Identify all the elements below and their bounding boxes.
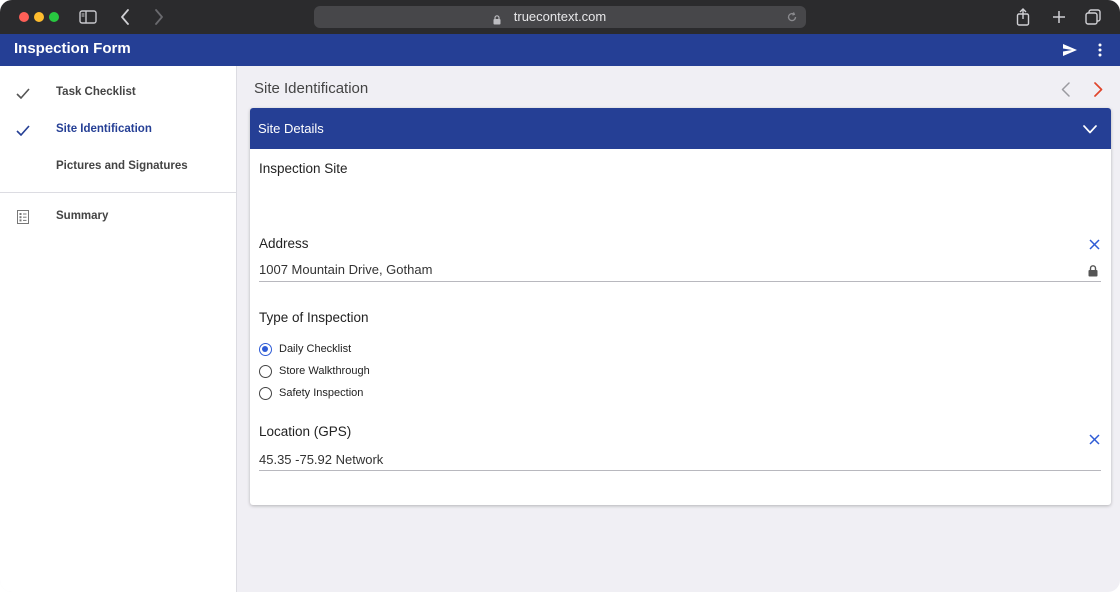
- url-text: truecontext.com: [513, 9, 607, 24]
- radio-label: Safety Inspection: [279, 387, 364, 399]
- gps-underline: [259, 470, 1101, 471]
- nav-item-label: Task Checklist: [56, 86, 136, 98]
- nav-item-task-checklist[interactable]: Task Checklist: [0, 75, 236, 111]
- radio-store-walkthrough[interactable]: Store Walkthrough: [259, 363, 459, 381]
- browser-window: truecontext.com Inspection Form Task Che…: [0, 0, 1120, 592]
- share-icon[interactable]: [1014, 8, 1032, 26]
- checkmark-icon: [14, 121, 32, 139]
- summary-list-icon: [14, 208, 32, 226]
- radio-button[interactable]: [259, 387, 272, 400]
- next-page-icon[interactable]: [1089, 80, 1107, 98]
- page-title: Site Identification: [254, 80, 369, 97]
- minimize-window-button[interactable]: [34, 12, 44, 22]
- tab-overview-icon[interactable]: [1083, 8, 1103, 26]
- radio-button[interactable]: [259, 365, 272, 378]
- form-navigation: Task Checklist Site Identification Pictu…: [0, 66, 237, 592]
- send-icon[interactable]: [1060, 40, 1080, 60]
- more-options-icon[interactable]: [1092, 40, 1108, 60]
- gps-label: Location (GPS): [259, 424, 352, 439]
- nav-item-label: Pictures and Signatures: [56, 160, 188, 172]
- address-label: Address: [259, 236, 309, 251]
- app-title: Inspection Form: [14, 40, 131, 57]
- radio-label: Daily Checklist: [279, 343, 352, 355]
- radio-button-selected[interactable]: [259, 343, 272, 356]
- radio-label: Store Walkthrough: [279, 365, 370, 377]
- section-header[interactable]: Site Details: [250, 108, 1111, 149]
- section-title: Site Details: [258, 121, 324, 136]
- nav-item-site-identification[interactable]: Site Identification: [0, 112, 236, 148]
- clear-gps-icon[interactable]: [1087, 432, 1101, 446]
- nav-item-label: Site Identification: [56, 123, 152, 135]
- gps-field[interactable]: 45.35 -75.92 Network: [259, 452, 383, 467]
- close-window-button[interactable]: [19, 12, 29, 22]
- forward-icon[interactable]: [150, 8, 168, 26]
- radio-safety-inspection[interactable]: Safety Inspection: [259, 385, 459, 403]
- lock-icon: [1088, 264, 1100, 277]
- previous-page-icon[interactable]: [1056, 80, 1074, 98]
- clear-address-icon[interactable]: [1087, 237, 1101, 251]
- new-tab-icon[interactable]: [1050, 8, 1068, 26]
- address-underline: [259, 281, 1101, 282]
- checkmark-icon: [14, 84, 32, 102]
- inspection-type-label: Type of Inspection: [259, 310, 369, 325]
- zoom-window-button[interactable]: [49, 12, 59, 22]
- nav-item-pictures-and-signatures[interactable]: Pictures and Signatures: [0, 149, 236, 185]
- reload-icon[interactable]: [786, 10, 798, 28]
- nav-divider: [0, 192, 236, 193]
- radio-daily-checklist[interactable]: Daily Checklist: [259, 341, 459, 359]
- nav-item-label: Summary: [56, 210, 109, 222]
- app-header: Inspection Form: [0, 34, 1120, 66]
- back-icon[interactable]: [116, 8, 134, 26]
- chevron-down-icon[interactable]: [1081, 120, 1099, 138]
- site-details-section: Site Details Inspection Site Address 100…: [250, 108, 1111, 505]
- address-field[interactable]: 1007 Mountain Drive, Gotham: [259, 262, 432, 277]
- nav-item-summary[interactable]: Summary: [0, 199, 236, 235]
- inspection-site-label: Inspection Site: [259, 161, 348, 176]
- browser-toolbar: truecontext.com: [0, 0, 1120, 34]
- address-bar[interactable]: truecontext.com: [314, 6, 806, 28]
- sidebar-toggle-icon[interactable]: [78, 8, 98, 26]
